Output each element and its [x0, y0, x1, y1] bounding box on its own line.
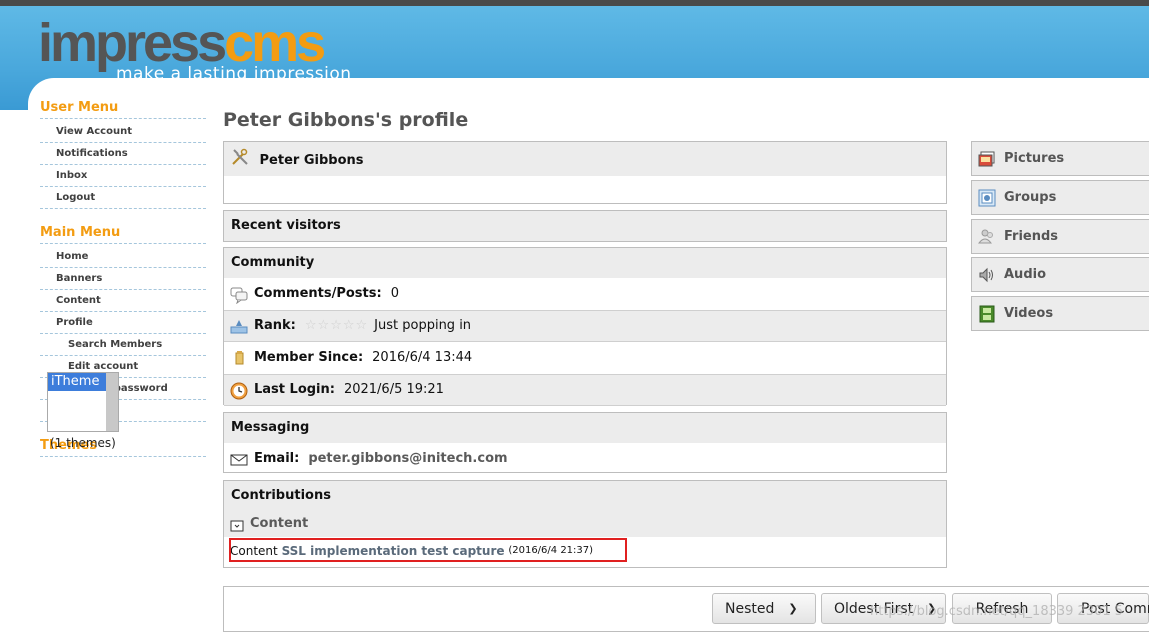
document-icon [230, 349, 248, 367]
film-icon [978, 305, 996, 323]
recent-visitors-title: Recent visitors [224, 211, 946, 241]
recent-visitors-panel: Recent visitors [223, 210, 947, 242]
last-login-label: Last Login: [254, 382, 335, 397]
profile-panel: Peter Gibbons [223, 141, 947, 204]
member-since-label: Member Since: [254, 350, 364, 365]
comment-mode-select[interactable]: Nested ❯ [712, 593, 816, 624]
site-logo[interactable]: impresscms make a lasting impression [38, 16, 351, 84]
menu-item-profile[interactable]: Profile [40, 312, 206, 334]
friends-icon [977, 228, 996, 246]
comments-row: Comments/Posts: 0 [224, 278, 946, 310]
comments-value: 0 [390, 286, 399, 301]
watermark: https://blog.csdn.net/qq_18339 2301 5 [870, 604, 1124, 619]
rank-row: Rank: ☆☆☆☆☆ Just popping in [224, 310, 946, 342]
contributions-section[interactable]: Content [250, 511, 308, 537]
pictures-label: Pictures [1004, 151, 1065, 166]
speaker-icon [978, 266, 996, 284]
menu-item-notifications[interactable]: Notifications [40, 143, 206, 165]
comments-label: Comments/Posts: [254, 286, 382, 301]
last-login-value: 2021/6/5 19:21 [343, 382, 444, 397]
menu-item-content[interactable]: Content [40, 290, 206, 312]
friends-label: Friends [1004, 229, 1059, 244]
community-panel: Community Comments/Posts: 0 Rank: ☆☆☆☆☆ … [223, 247, 947, 406]
rank-label: Rank: [254, 318, 296, 333]
menu-item-search-members[interactable]: Search Members [40, 334, 206, 356]
groups-icon [978, 189, 996, 207]
clock-icon [230, 381, 248, 400]
friends-button[interactable]: Friends [971, 219, 1149, 254]
videos-button[interactable]: Videos [971, 296, 1149, 331]
theme-select-list[interactable]: iTheme [47, 372, 119, 432]
theme-count: (1 themes) [50, 436, 116, 450]
pictures-button[interactable]: Pictures [971, 141, 1149, 176]
member-since-row: Member Since: 2016/6/4 13:44 [224, 342, 946, 374]
theme-list-scrollbar[interactable] [106, 373, 118, 431]
email-label: Email: [254, 451, 300, 466]
chevron-down-icon: ❯ [788, 602, 798, 615]
member-since-value: 2016/6/4 13:44 [372, 350, 473, 365]
messaging-panel: Messaging Email: peter.gibbons@initech.c… [223, 412, 947, 473]
main-menu-title: Main Menu [40, 225, 206, 244]
user-menu: User Menu View Account Notifications Inb… [40, 100, 206, 209]
user-menu-title: User Menu [40, 100, 206, 119]
last-login-row: Last Login: 2021/6/5 19:21 [224, 374, 946, 406]
page-title: Peter Gibbons's profile [223, 109, 469, 131]
menu-item-logout[interactable]: Logout [40, 187, 206, 209]
envelope-icon [230, 450, 248, 468]
community-title: Community [224, 248, 946, 278]
menu-item-home[interactable]: Home [40, 246, 206, 268]
groups-label: Groups [1004, 190, 1057, 205]
menu-item-view-account[interactable]: View Account [40, 121, 206, 143]
email-row: Email: peter.gibbons@initech.com [224, 443, 946, 475]
groups-button[interactable]: Groups [971, 180, 1149, 215]
pictures-icon [978, 150, 996, 168]
comment-mode-value: Nested [725, 600, 775, 617]
collapse-icon[interactable] [230, 517, 244, 532]
profile-name: Peter Gibbons [259, 153, 364, 168]
comments-icon [230, 285, 248, 305]
contributions-title: Contributions [224, 481, 946, 511]
videos-label: Videos [1004, 306, 1054, 321]
tools-icon [231, 144, 249, 165]
highlight-box [229, 538, 627, 562]
rank-stars: ☆☆☆☆☆ [304, 318, 369, 333]
messaging-title: Messaging [224, 413, 946, 443]
audio-label: Audio [1004, 267, 1047, 282]
profile-header: Peter Gibbons [224, 142, 946, 176]
rank-icon [230, 317, 248, 335]
email-link[interactable]: peter.gibbons@initech.com [308, 443, 507, 475]
menu-item-banners[interactable]: Banners [40, 268, 206, 290]
theme-option-selected[interactable]: iTheme [48, 373, 106, 391]
audio-button[interactable]: Audio [971, 257, 1149, 292]
contributions-section-row: Content [224, 511, 946, 537]
rank-value: Just popping in [374, 318, 472, 333]
menu-item-inbox[interactable]: Inbox [40, 165, 206, 187]
